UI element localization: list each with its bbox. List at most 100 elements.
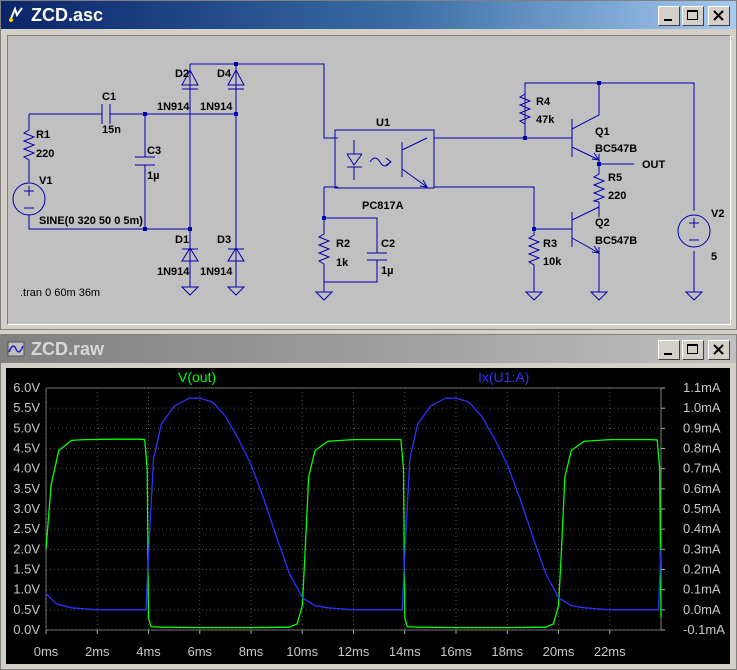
c3-value: 1µ (147, 170, 159, 182)
d1-value: 1N914 (157, 266, 190, 278)
r5-value: 220 (608, 190, 626, 202)
q2-value: BC547B (595, 235, 637, 247)
maximize-icon (687, 344, 698, 354)
close-icon (713, 10, 724, 21)
r1-name: R1 (36, 129, 50, 141)
schematic-drawing[interactable]: R1 220 V1 SINE(0 320 50 0 5m) C1 15n C3 … (8, 36, 730, 324)
left-tick-label: 4.5V (13, 441, 40, 456)
x-tick-label: 10ms (286, 644, 318, 659)
right-tick-label: 1.0mA (683, 400, 721, 415)
waveform-plot[interactable]: 0ms 2ms 4ms 6ms 8ms 10ms 12ms 14ms 16ms 18ms 20ms 2… (6, 368, 730, 664)
waveform-close-button[interactable] (708, 340, 730, 360)
q1-value: BC547B (595, 143, 637, 155)
r5-name: R5 (608, 172, 622, 184)
d2-name: D2 (175, 68, 189, 80)
right-tick-label: 0.3mA (683, 541, 721, 556)
schematic-window: ZCD.asc R1 220 V1 SINE(0 320 50 0 5m) C1… (0, 0, 737, 330)
left-tick-label: 4.0V (13, 461, 40, 476)
d3-value: 1N914 (200, 266, 233, 278)
x-tick-label: 16ms (440, 644, 472, 659)
v1-value: SINE(0 320 50 0 5m) (39, 215, 143, 227)
left-tick-label: 1.0V (13, 582, 40, 597)
right-tick-label: 0.0mA (683, 602, 721, 617)
x-tick-label: 20ms (543, 644, 575, 659)
right-tick-label: 0.2mA (683, 562, 721, 577)
q2-name: Q2 (595, 217, 610, 229)
minimize-button[interactable] (658, 6, 680, 26)
c1-name: C1 (102, 91, 116, 103)
left-tick-label: 3.0V (13, 501, 40, 516)
maximize-icon (687, 10, 698, 20)
legend-ix[interactable]: Ix(U1:A) (478, 369, 529, 385)
v1-name: V1 (39, 175, 52, 187)
minimize-icon (664, 353, 672, 355)
trace-ix (45, 397, 662, 611)
waveform-titlebar[interactable]: ZCD.raw (1, 335, 736, 363)
c2-value: 1µ (381, 265, 393, 277)
plot-grid (45, 387, 662, 631)
x-tick-label: 2ms (85, 644, 110, 659)
d1-name: D1 (175, 234, 189, 246)
d3-name: D3 (217, 234, 231, 246)
schematic-window-title: ZCD.asc (31, 5, 104, 25)
x-axis-ticks: 0ms 2ms 4ms 6ms 8ms 10ms 12ms 14ms 16ms 18ms 20ms 2… (34, 630, 626, 659)
tran-directive[interactable]: .tran 0 60m 36m (20, 287, 100, 299)
left-tick-label: 3.5V (13, 481, 40, 496)
left-tick-label: 0.0V (13, 622, 40, 637)
close-icon (713, 344, 724, 355)
q1-name: Q1 (595, 126, 610, 138)
u1-name: U1 (376, 117, 390, 129)
x-tick-label: 6ms (187, 644, 212, 659)
x-tick-label: 0ms (34, 644, 59, 659)
schematic-titlebar[interactable]: ZCD.asc (1, 1, 736, 29)
right-tick-label: -0.1mA (683, 622, 725, 637)
legend-vout[interactable]: V(out) (178, 369, 216, 385)
d2-value: 1N914 (157, 101, 190, 113)
left-tick-label: 1.5V (13, 562, 40, 577)
r2-value: 1k (336, 257, 349, 269)
right-axis-ticks: -0.1mA 0.0mA 0.1mA 0.2mA 0.3mA 0.4mA 0.5mA 0.6m… (661, 380, 725, 637)
maximize-button[interactable] (682, 6, 704, 26)
x-tick-label: 14ms (389, 644, 421, 659)
r3-name: R3 (543, 238, 557, 250)
r4-name: R4 (536, 96, 551, 108)
x-tick-label: 12ms (338, 644, 370, 659)
left-axis-ticks: 0.0V 0.5V 1.0V 1.5V 2.0V 2.5V 3.0V 3.5V 4.0V 4.5V… (13, 380, 40, 637)
d4-name: D4 (217, 68, 232, 80)
x-tick-label: 22ms (594, 644, 626, 659)
u1-value: PC817A (362, 200, 404, 212)
c2-name: C2 (381, 238, 395, 250)
right-tick-label: 0.4mA (683, 521, 721, 536)
close-button[interactable] (708, 6, 730, 26)
x-tick-label: 8ms (239, 644, 264, 659)
right-tick-label: 1.1mA (683, 380, 721, 395)
right-tick-label: 0.9mA (683, 420, 721, 435)
minimize-icon (664, 19, 672, 21)
left-tick-label: 5.0V (13, 420, 40, 435)
left-tick-label: 2.0V (13, 541, 40, 556)
r3-value: 10k (543, 256, 562, 268)
out-net-label: OUT (642, 159, 666, 171)
right-tick-label: 0.6mA (683, 481, 721, 496)
right-tick-label: 0.1mA (683, 582, 721, 597)
schematic-canvas[interactable]: R1 220 V1 SINE(0 320 50 0 5m) C1 15n C3 … (7, 35, 731, 325)
schematic-app-icon (9, 6, 23, 22)
c3-name: C3 (147, 145, 161, 157)
r2-name: R2 (336, 238, 350, 250)
waveform-plot-area[interactable]: 0ms 2ms 4ms 6ms 8ms 10ms 12ms 14ms 16ms 18ms 20ms 2… (6, 368, 730, 664)
waveform-minimize-button[interactable] (658, 340, 680, 360)
left-tick-label: 6.0V (13, 380, 40, 395)
trace-vout (45, 438, 662, 629)
v2-value: 5 (711, 251, 717, 263)
waveform-window-title: ZCD.raw (31, 339, 105, 359)
x-tick-label: 18ms (491, 644, 523, 659)
waveform-maximize-button[interactable] (682, 340, 704, 360)
right-tick-label: 0.5mA (683, 501, 721, 516)
x-tick-label: 4ms (136, 644, 161, 659)
right-tick-label: 0.7mA (683, 461, 721, 476)
left-tick-label: 2.5V (13, 521, 40, 536)
r4-value: 47k (536, 114, 555, 126)
right-tick-label: 0.8mA (683, 441, 721, 456)
c1-value: 15n (102, 124, 121, 136)
d4-value: 1N914 (200, 101, 233, 113)
